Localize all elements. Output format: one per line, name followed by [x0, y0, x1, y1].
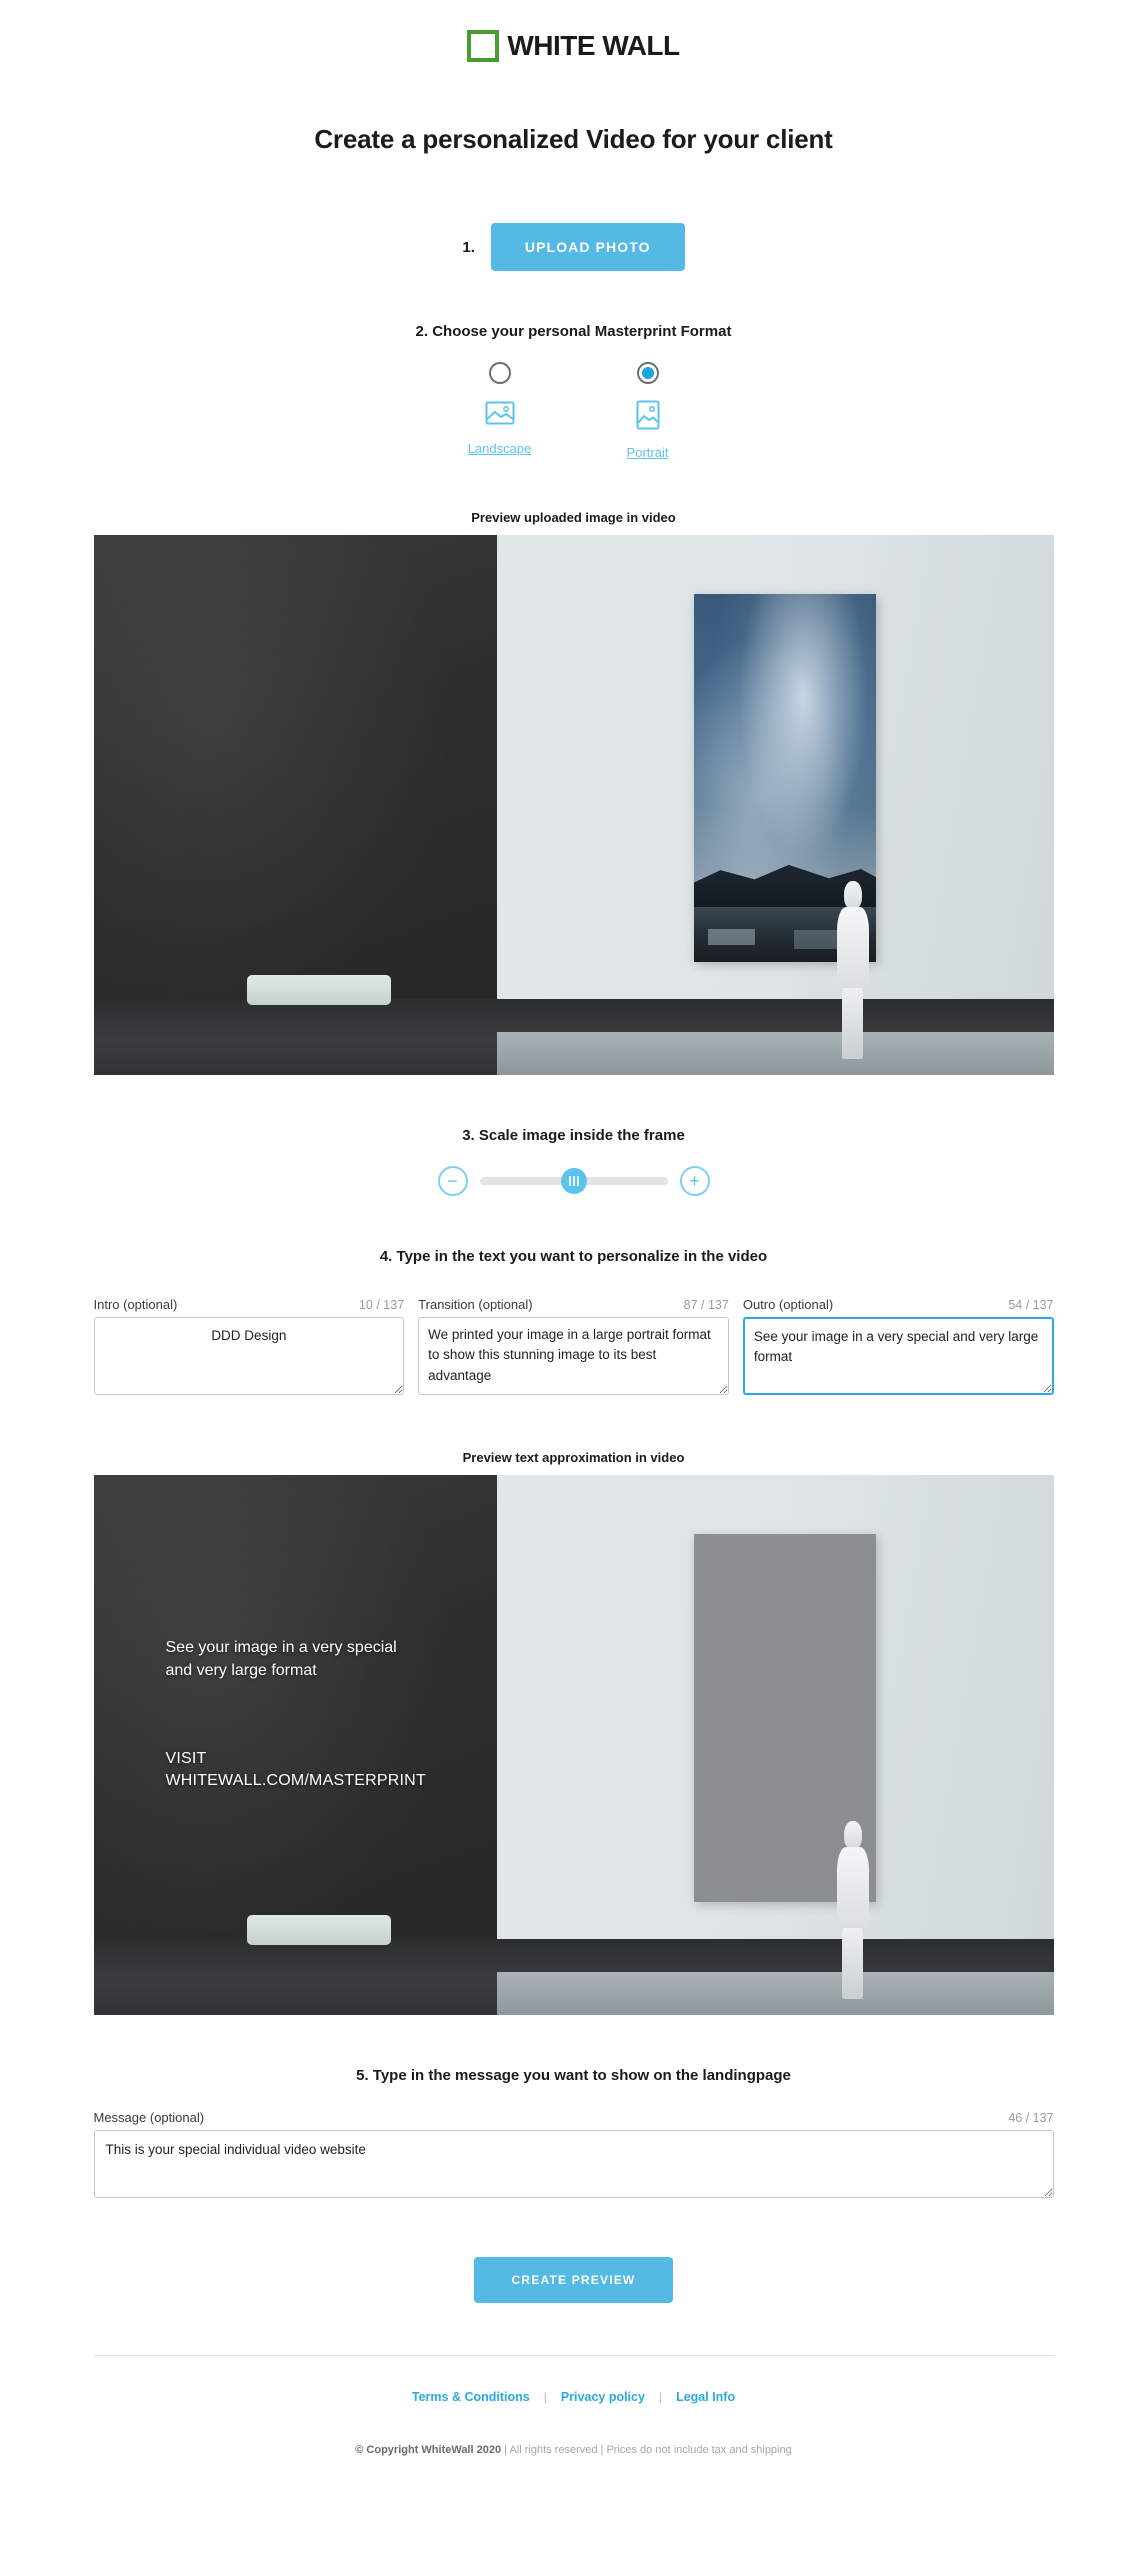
- radio-landscape[interactable]: [488, 362, 511, 384]
- preview-text-caption: Preview text approximation in video: [462, 1450, 685, 1465]
- scale-slider-handle[interactable]: [560, 1168, 587, 1194]
- intro-input[interactable]: [93, 1317, 405, 1395]
- format-option-landscape[interactable]: Landscape: [457, 362, 543, 460]
- video-preview-text: See your image in a very special and ver…: [93, 1475, 1054, 2015]
- footer-link-privacy[interactable]: Privacy policy: [561, 2390, 645, 2404]
- copyright-notice: | All rights reserved | Prices do not in…: [501, 2444, 792, 2456]
- scale-slider-track[interactable]: [479, 1168, 668, 1194]
- logo-wordmark: WHITE WALL: [507, 30, 680, 61]
- footer-link-terms[interactable]: Terms & Conditions: [412, 2390, 530, 2404]
- step-1-number: 1.: [462, 238, 475, 256]
- footer-links: Terms & Conditions | Privacy policy | Le…: [0, 2390, 1147, 2404]
- message-input[interactable]: [93, 2130, 1054, 2198]
- intro-label: Intro (optional): [93, 1297, 178, 1312]
- step-5-heading: 5. Type in the message you want to show …: [356, 2067, 791, 2084]
- scale-increase-button[interactable]: +: [679, 1166, 710, 1196]
- message-counter: 46 / 137: [1008, 2111, 1054, 2125]
- bench: [247, 974, 392, 1005]
- create-preview-button[interactable]: CREATE PREVIEW: [473, 2257, 674, 2303]
- outro-input[interactable]: [742, 1317, 1054, 1395]
- transition-counter: 87 / 137: [683, 1298, 729, 1312]
- light-floor-2: [496, 1971, 1054, 2015]
- radio-portrait[interactable]: [636, 362, 659, 384]
- mannequin-figure-2: [833, 1820, 873, 1999]
- site-logo[interactable]: WHITE WALL: [0, 0, 1147, 62]
- outro-counter: 54 / 137: [1008, 1298, 1054, 1312]
- scale-decrease-button[interactable]: −: [437, 1166, 468, 1196]
- step-4-heading: 4. Type in the text you want to personal…: [379, 1248, 768, 1265]
- step-2-heading: 2. Choose your personal Masterprint Form…: [415, 323, 732, 340]
- upload-photo-button[interactable]: UPLOAD PHOTO: [490, 223, 685, 271]
- page-root: WHITE WALL Create a personalized Video f…: [0, 0, 1147, 2502]
- format-label-landscape[interactable]: Landscape: [468, 441, 532, 456]
- personalize-text-fields: Intro (optional) 10 / 137 Transition (op…: [93, 1297, 1054, 1400]
- step-1-upload: 1. UPLOAD PHOTO: [0, 223, 1147, 271]
- intro-field-group: Intro (optional) 10 / 137: [93, 1297, 405, 1400]
- create-preview-row: CREATE PREVIEW: [0, 2257, 1147, 2303]
- copyright-owner: © Copyright WhiteWall 2020: [355, 2444, 502, 2456]
- transition-input[interactable]: [418, 1317, 729, 1395]
- overlay-outro-text: See your image in a very special and ver…: [165, 1639, 397, 1679]
- footer-separator-2: |: [658, 2390, 663, 2404]
- video-preview-image: [93, 535, 1054, 1075]
- page-title: Create a personalized Video for your cli…: [314, 124, 833, 154]
- footer-link-legal[interactable]: Legal Info: [676, 2390, 735, 2404]
- footer-divider: [93, 2355, 1054, 2356]
- landscape-image-icon: [485, 400, 515, 431]
- message-field-group: Message (optional) 46 / 137: [93, 2110, 1054, 2203]
- overlay-visit-text: VISIT WHITEWALL.COM/MASTERPRINT: [165, 1749, 426, 1790]
- light-floor: [496, 1031, 1054, 1075]
- format-option-portrait[interactable]: Portrait: [605, 362, 691, 460]
- whitewall-square-icon: [467, 30, 500, 62]
- portrait-image-icon: [636, 400, 660, 435]
- mannequin-figure: [833, 880, 873, 1059]
- footer-separator-1: |: [543, 2390, 547, 2404]
- bench-2: [247, 1914, 392, 1945]
- message-label: Message (optional): [93, 2110, 205, 2125]
- format-options: Landscape Portrait: [0, 362, 1147, 460]
- format-label-portrait[interactable]: Portrait: [627, 445, 669, 460]
- preview-image-caption: Preview uploaded image in video: [471, 510, 676, 525]
- transition-label: Transition (optional): [418, 1297, 533, 1312]
- scale-slider-row: − +: [0, 1166, 1147, 1196]
- copyright-text: © Copyright WhiteWall 2020 | All rights …: [0, 2444, 1147, 2502]
- step-3-heading: 3. Scale image inside the frame: [462, 1127, 685, 1144]
- transition-field-group: Transition (optional) 87 / 137: [418, 1297, 729, 1400]
- intro-counter: 10 / 137: [358, 1298, 405, 1312]
- outro-label: Outro (optional): [742, 1297, 834, 1312]
- outro-field-group: Outro (optional) 54 / 137: [742, 1297, 1054, 1400]
